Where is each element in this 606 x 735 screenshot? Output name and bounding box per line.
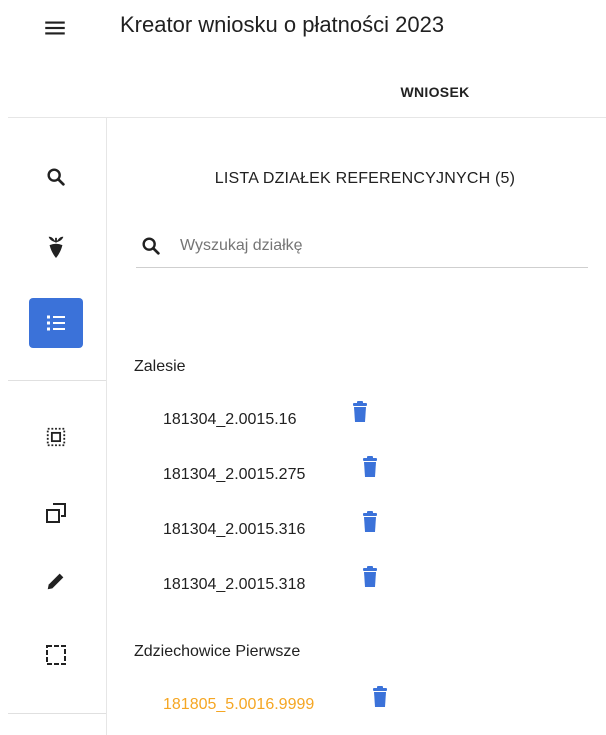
group-name-zalesie: Zalesie: [134, 358, 186, 375]
parcel-item-selected[interactable]: 181805_5.0016.9999: [163, 696, 314, 714]
parcel-item[interactable]: 181304_2.0015.316: [163, 521, 305, 539]
select-all-tool-button[interactable]: [29, 412, 83, 462]
search-icon: [47, 168, 65, 186]
parcel-search-input[interactable]: [180, 231, 580, 261]
parcel-item[interactable]: 181304_2.0015.318: [163, 576, 305, 594]
delete-parcel-icon[interactable]: [371, 686, 389, 708]
crop-tool-button[interactable]: [29, 222, 83, 272]
parcel-item[interactable]: 181304_2.0015.275: [163, 466, 305, 484]
copy-shape-tool-button[interactable]: [29, 488, 83, 538]
search-tool-button[interactable]: [29, 152, 83, 202]
edit-tool-button[interactable]: [29, 556, 83, 606]
header-divider: [8, 117, 606, 118]
copy-shape-icon: [46, 503, 66, 523]
menu-button[interactable]: [42, 15, 68, 41]
list-tool-button[interactable]: [29, 298, 83, 348]
parcel-item[interactable]: 181304_2.0015.16: [163, 411, 296, 429]
list-icon: [47, 315, 65, 331]
group-name-zdziechowice-pierwsze: Zdziechowice Pierwsze: [134, 643, 301, 660]
app-bar: Kreator wniosku o płatności 2023: [0, 0, 606, 60]
sidebar-section-divider: [8, 713, 106, 714]
dashed-rectangle-icon: [46, 645, 66, 665]
delete-parcel-icon[interactable]: [361, 511, 379, 533]
panel-title: LISTA DZIAŁEK REFERENCYJNYCH (5): [214, 170, 516, 187]
pencil-icon: [47, 573, 64, 590]
parcel-search-field: [136, 227, 588, 268]
delete-parcel-icon[interactable]: [361, 566, 379, 588]
tab-wniosek[interactable]: WNIOSEK: [380, 78, 490, 106]
search-icon: [142, 237, 160, 255]
hamburger-menu-icon: [45, 21, 65, 35]
delete-parcel-icon[interactable]: [361, 456, 379, 478]
delete-parcel-icon[interactable]: [351, 401, 369, 423]
sidebar-divider: [106, 118, 107, 735]
sidebar-section-divider: [8, 380, 106, 381]
select-all-icon: [46, 427, 66, 447]
draw-rectangle-tool-button[interactable]: [29, 630, 83, 680]
crop-plant-icon: [48, 236, 64, 258]
app-title: Kreator wniosku o płatności 2023: [120, 12, 445, 37]
